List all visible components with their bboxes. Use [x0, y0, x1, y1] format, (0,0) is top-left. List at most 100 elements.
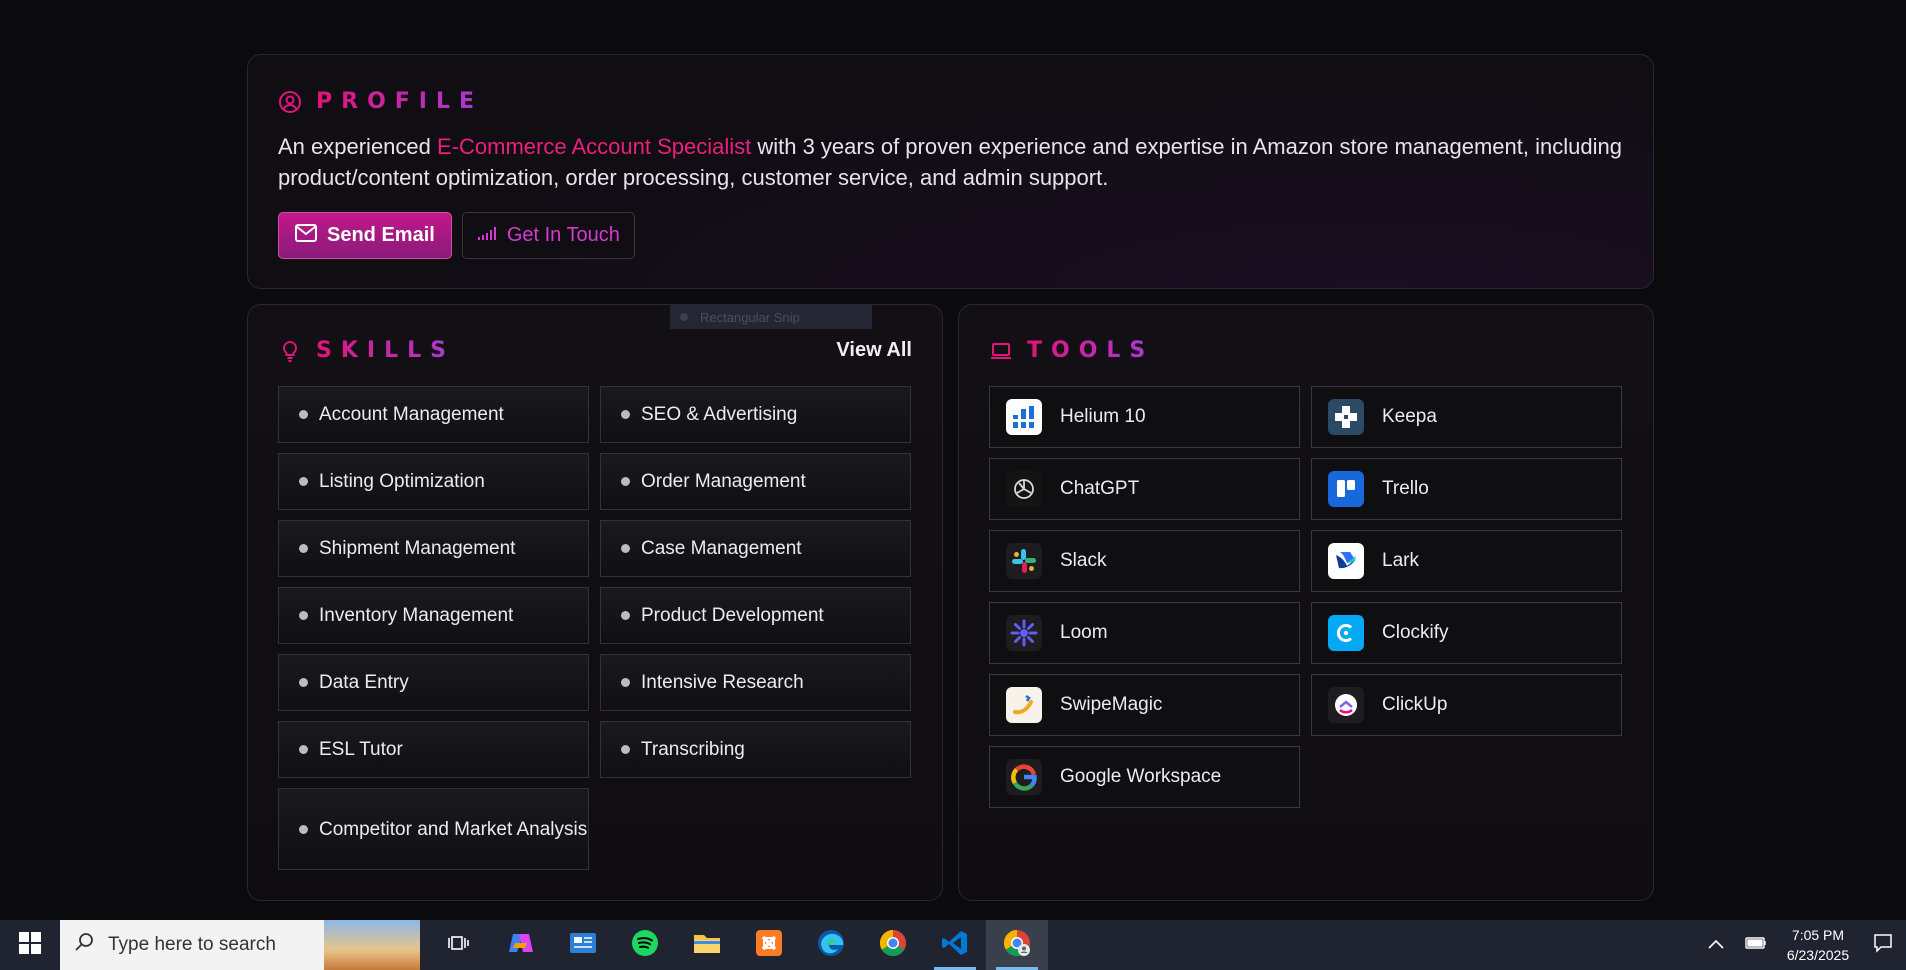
bullet-icon	[621, 410, 630, 419]
tool-item: ChatGPT	[989, 458, 1300, 520]
notification-icon	[1873, 933, 1893, 958]
battery-status[interactable]	[1736, 920, 1776, 970]
view-all-link[interactable]: View All	[836, 339, 912, 362]
skill-item: Listing Optimization	[278, 453, 589, 510]
keepa-icon	[1328, 399, 1364, 435]
bullet-icon	[299, 745, 308, 754]
tool-label: Slack	[1060, 550, 1107, 571]
page-scrollbar[interactable]	[1898, 0, 1906, 920]
vscode-app[interactable]	[924, 920, 986, 970]
skills-list: Account Management SEO & Advertising Lis…	[278, 386, 913, 870]
laptop-icon	[989, 339, 1013, 363]
task-view-button[interactable]	[428, 920, 490, 970]
get-in-touch-button[interactable]: Get In Touch	[461, 212, 635, 259]
skills-card: Rectangular Snip SKILLS View All Account…	[247, 304, 943, 901]
signal-icon	[477, 224, 497, 247]
news-app[interactable]	[552, 920, 614, 970]
chrome-app[interactable]	[862, 920, 924, 970]
skill-item: SEO & Advertising	[600, 386, 911, 443]
bullet-icon	[299, 678, 308, 687]
bullet-icon	[621, 745, 630, 754]
clickup-icon	[1328, 687, 1364, 723]
tool-item: Trello	[1311, 458, 1622, 520]
chrome-profile-app[interactable]	[986, 920, 1048, 970]
tool-label: Helium 10	[1060, 406, 1146, 427]
start-button[interactable]	[0, 920, 60, 970]
portfolio-page: PROFILE An experienced E-Commerce Accoun…	[0, 0, 1906, 920]
folder-icon	[693, 931, 721, 960]
profile-card: PROFILE An experienced E-Commerce Accoun…	[247, 54, 1654, 289]
loom-icon	[1006, 615, 1042, 651]
tool-label: SwipeMagic	[1060, 694, 1163, 715]
tool-label: Keepa	[1382, 406, 1437, 427]
notifications-button[interactable]	[1860, 920, 1906, 970]
send-email-button[interactable]: Send Email	[278, 212, 452, 259]
profile-summary: An experienced E-Commerce Account Specia…	[278, 131, 1638, 193]
profile-actions: Send Email Get In Touch	[278, 212, 635, 259]
tool-item: Slack	[989, 530, 1300, 592]
snip-dot-icon	[680, 313, 688, 321]
snip-overlay-label: Rectangular Snip	[700, 309, 800, 325]
file-explorer-app[interactable]	[676, 920, 738, 970]
get-in-touch-label: Get In Touch	[506, 224, 620, 246]
copilot-icon	[507, 930, 535, 961]
edge-app[interactable]	[800, 920, 862, 970]
bullet-icon	[299, 824, 308, 834]
windows-taskbar: Type here to search 7:05 PM 6/23/2025	[0, 920, 1906, 970]
skill-label: Shipment Management	[319, 537, 516, 559]
skill-label: Order Management	[641, 470, 806, 492]
tool-label: Loom	[1060, 622, 1108, 643]
show-hidden-icons-button[interactable]	[1696, 920, 1736, 970]
tool-item: Helium 10	[989, 386, 1300, 448]
skill-label: SEO & Advertising	[641, 403, 798, 425]
bullet-icon	[621, 544, 630, 553]
skill-label: Inventory Management	[319, 604, 514, 626]
profile-text-highlight: E-Commerce Account Specialist	[437, 134, 752, 159]
rectangular-snip-overlay: Rectangular Snip	[670, 305, 872, 329]
profile-header: PROFILE	[278, 89, 483, 114]
send-email-label: Send Email	[327, 224, 435, 246]
tools-header: TOOLS	[989, 338, 1154, 363]
tool-item: Keepa	[1311, 386, 1622, 448]
chrome-profile-icon	[1003, 929, 1031, 962]
skill-label: Intensive Research	[641, 671, 804, 693]
tool-label: ClickUp	[1382, 694, 1448, 715]
tool-label: Google Workspace	[1060, 766, 1222, 787]
profile-text-pre: An experienced	[278, 134, 437, 159]
skill-item: Competitor and Market Analysis	[278, 788, 589, 870]
lightbulb-icon	[278, 339, 302, 363]
xampp-app[interactable]	[738, 920, 800, 970]
skill-item: Inventory Management	[278, 587, 589, 644]
user-circle-icon	[278, 90, 302, 114]
system-tray: 7:05 PM 6/23/2025	[1696, 920, 1906, 970]
spotify-app[interactable]	[614, 920, 676, 970]
vscode-icon	[941, 929, 969, 962]
slack-icon	[1006, 543, 1042, 579]
skill-label: Listing Optimization	[319, 470, 485, 492]
skill-item: Account Management	[278, 386, 589, 443]
taskbar-clock[interactable]: 7:05 PM 6/23/2025	[1776, 925, 1860, 965]
search-highlight-image	[324, 920, 420, 970]
skill-label: Competitor and Market Analysis	[319, 818, 588, 840]
tool-item: Clockify	[1311, 602, 1622, 664]
skills-title: SKILLS	[316, 338, 455, 363]
bullet-icon	[299, 544, 308, 553]
taskbar-search-box[interactable]: Type here to search	[60, 920, 420, 970]
skill-label: Account Management	[319, 403, 504, 425]
tool-item: Loom	[989, 602, 1300, 664]
skill-item: Order Management	[600, 453, 911, 510]
skill-label: Data Entry	[319, 671, 409, 693]
chrome-icon	[879, 929, 907, 962]
skill-label: Transcribing	[641, 738, 745, 760]
battery-icon	[1745, 936, 1767, 955]
spotify-icon	[631, 929, 659, 962]
google-icon	[1006, 759, 1042, 795]
tool-item: SwipeMagic	[989, 674, 1300, 736]
tool-item: ClickUp	[1311, 674, 1622, 736]
skill-label: Case Management	[641, 537, 802, 559]
skill-item: Case Management	[600, 520, 911, 577]
chevron-up-icon	[1708, 936, 1724, 954]
clockify-icon	[1328, 615, 1364, 651]
copilot-app[interactable]	[490, 920, 552, 970]
skills-header: SKILLS	[278, 338, 455, 363]
